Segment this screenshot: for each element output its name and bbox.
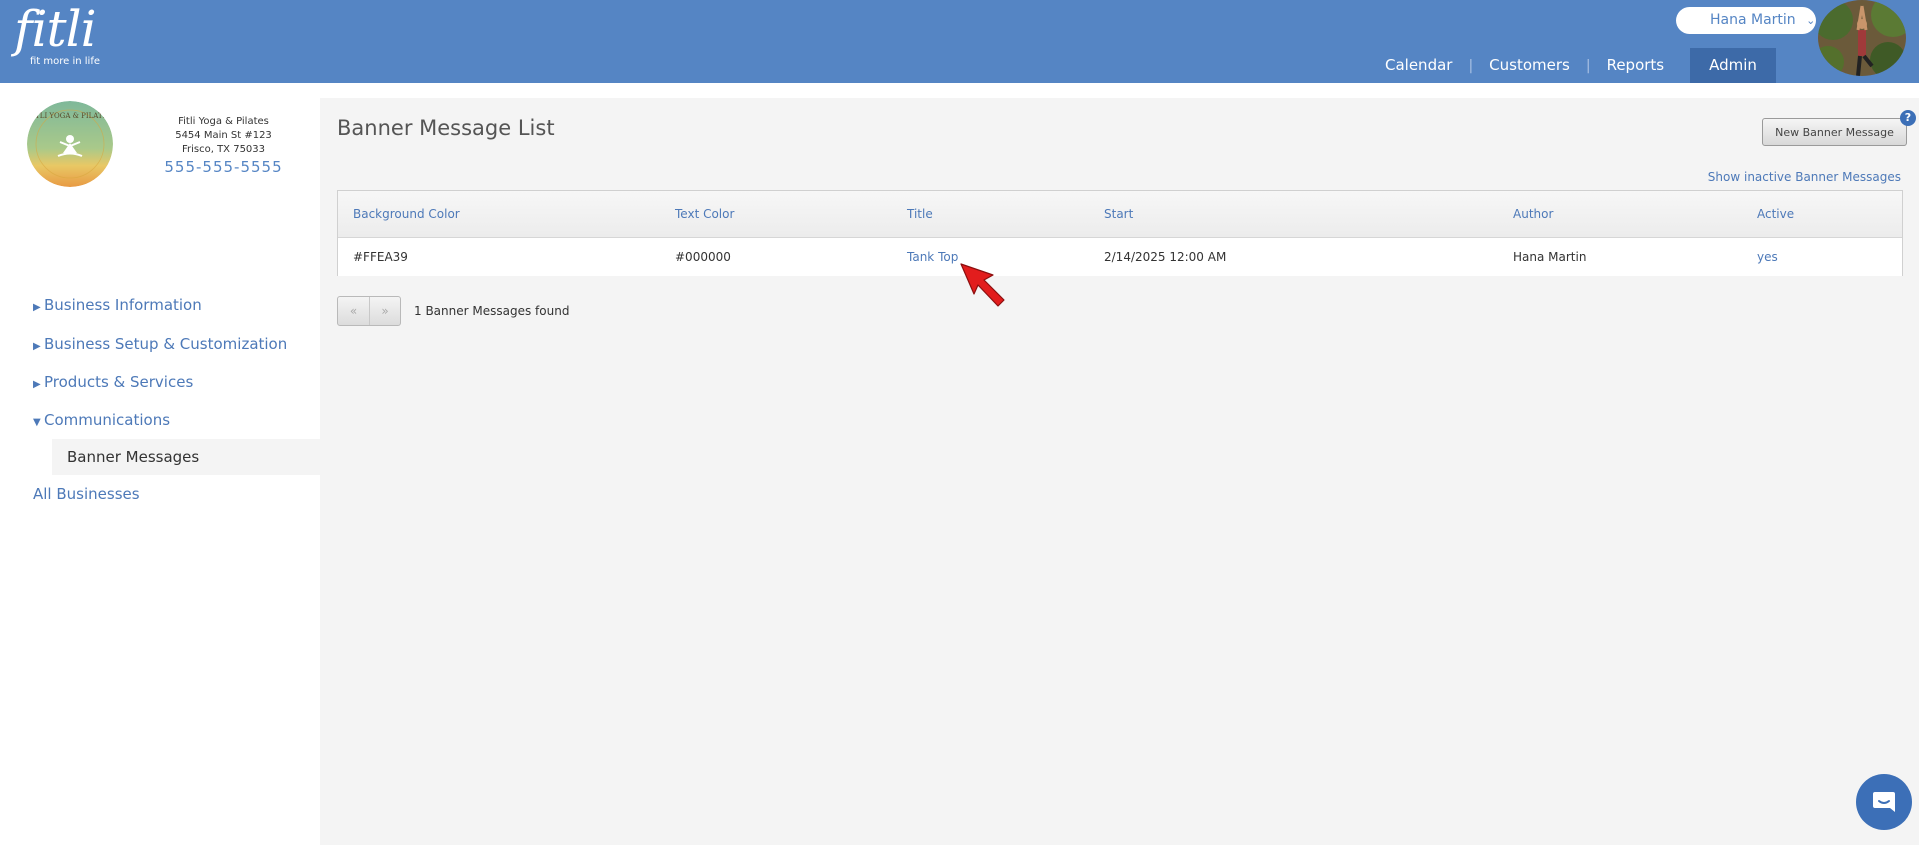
fitli-logo[interactable]: fitli fit more in life xyxy=(14,0,100,67)
chevron-down-icon: ⌄ xyxy=(1806,14,1816,27)
next-page-button[interactable]: » xyxy=(369,297,400,325)
nav-customers[interactable]: Customers xyxy=(1473,48,1586,83)
sidebar-item-business-setup[interactable]: ▶ Business Setup & Customization xyxy=(33,335,287,353)
business-logo-text: FITLI YOGA & PILATES xyxy=(28,112,113,120)
sidebar-item-label: Business Information xyxy=(44,296,202,314)
sidebar-item-business-information[interactable]: ▶ Business Information xyxy=(33,296,202,314)
column-header-active[interactable]: Active xyxy=(1757,191,1794,237)
sidebar-item-label: Communications xyxy=(44,411,171,429)
business-address-line2: Frisco, TX 75033 xyxy=(181,144,266,155)
user-menu[interactable]: Hana Martin ⌄ xyxy=(1676,7,1816,34)
cell-start: 2/14/2025 12:00 AM xyxy=(1104,250,1227,264)
help-icon[interactable]: ? xyxy=(1900,110,1916,126)
column-header-background-color[interactable]: Background Color xyxy=(353,191,460,237)
cell-title-link[interactable]: Tank Top xyxy=(907,238,958,276)
banner-message-table: Background Color Text Color Title Start … xyxy=(337,190,1903,276)
column-header-text-color[interactable]: Text Color xyxy=(675,191,734,237)
nav-admin[interactable]: Admin xyxy=(1690,48,1776,83)
sidebar-subitem-banner-messages[interactable]: Banner Messages xyxy=(52,439,320,475)
cell-active-link[interactable]: yes xyxy=(1757,238,1778,276)
business-name: Fitli Yoga & Pilates xyxy=(178,116,269,127)
sidebar: FITLI YOGA & PILATES Fitli Yoga & Pilate… xyxy=(0,83,320,845)
sidebar-item-communications[interactable]: ▼ Communications xyxy=(33,411,170,429)
sidebar-item-all-businesses[interactable]: All Businesses xyxy=(33,485,140,503)
table-row: #FFEA39 #000000 Tank Top 2/14/2025 12:00… xyxy=(338,238,1902,276)
logo-wordmark: fitli xyxy=(14,0,97,58)
cell-text-color: #000000 xyxy=(675,250,731,264)
results-count: 1 Banner Messages found xyxy=(414,304,570,318)
nav-calendar[interactable]: Calendar xyxy=(1369,48,1468,83)
logo-tagline: fit more in life xyxy=(30,56,101,67)
business-info: Fitli Yoga & Pilates 5454 Main St #123 F… xyxy=(150,115,297,177)
business-address-line1: 5454 Main St #123 xyxy=(175,130,272,141)
sidebar-item-label: Products & Services xyxy=(44,373,194,391)
caret-down-icon: ▼ xyxy=(33,417,41,428)
chat-bubble-icon[interactable] xyxy=(1856,774,1912,830)
caret-right-icon: ▶ xyxy=(33,341,41,352)
table-header: Background Color Text Color Title Start … xyxy=(338,191,1902,238)
show-inactive-link[interactable]: Show inactive Banner Messages xyxy=(1708,170,1901,184)
caret-right-icon: ▶ xyxy=(33,379,41,390)
business-phone[interactable]: 555-555-5555 xyxy=(150,157,297,177)
page-title: Banner Message List xyxy=(337,116,555,140)
pager: « » xyxy=(337,296,401,326)
main-nav: Calendar | Customers | Reports Admin xyxy=(1369,48,1776,83)
cell-author: Hana Martin xyxy=(1513,250,1587,264)
sidebar-item-label: Business Setup & Customization xyxy=(44,335,288,353)
column-header-start[interactable]: Start xyxy=(1104,191,1133,237)
column-header-author[interactable]: Author xyxy=(1513,191,1553,237)
prev-page-button[interactable]: « xyxy=(338,297,369,325)
main-content: Banner Message List New Banner Message ?… xyxy=(320,98,1919,845)
sidebar-item-products-services[interactable]: ▶ Products & Services xyxy=(33,373,193,391)
top-header: fitli fit more in life Hana Martin ⌄ Cal… xyxy=(0,0,1919,83)
cell-background-color: #FFEA39 xyxy=(353,250,408,264)
caret-right-icon: ▶ xyxy=(33,302,41,313)
user-name: Hana Martin xyxy=(1710,12,1796,28)
pointer-arrow-icon xyxy=(960,263,1005,307)
business-logo: FITLI YOGA & PILATES xyxy=(27,101,113,187)
nav-reports[interactable]: Reports xyxy=(1591,48,1681,83)
new-banner-message-button[interactable]: New Banner Message xyxy=(1762,118,1907,146)
column-header-title[interactable]: Title xyxy=(907,191,933,237)
avatar[interactable] xyxy=(1818,0,1906,76)
